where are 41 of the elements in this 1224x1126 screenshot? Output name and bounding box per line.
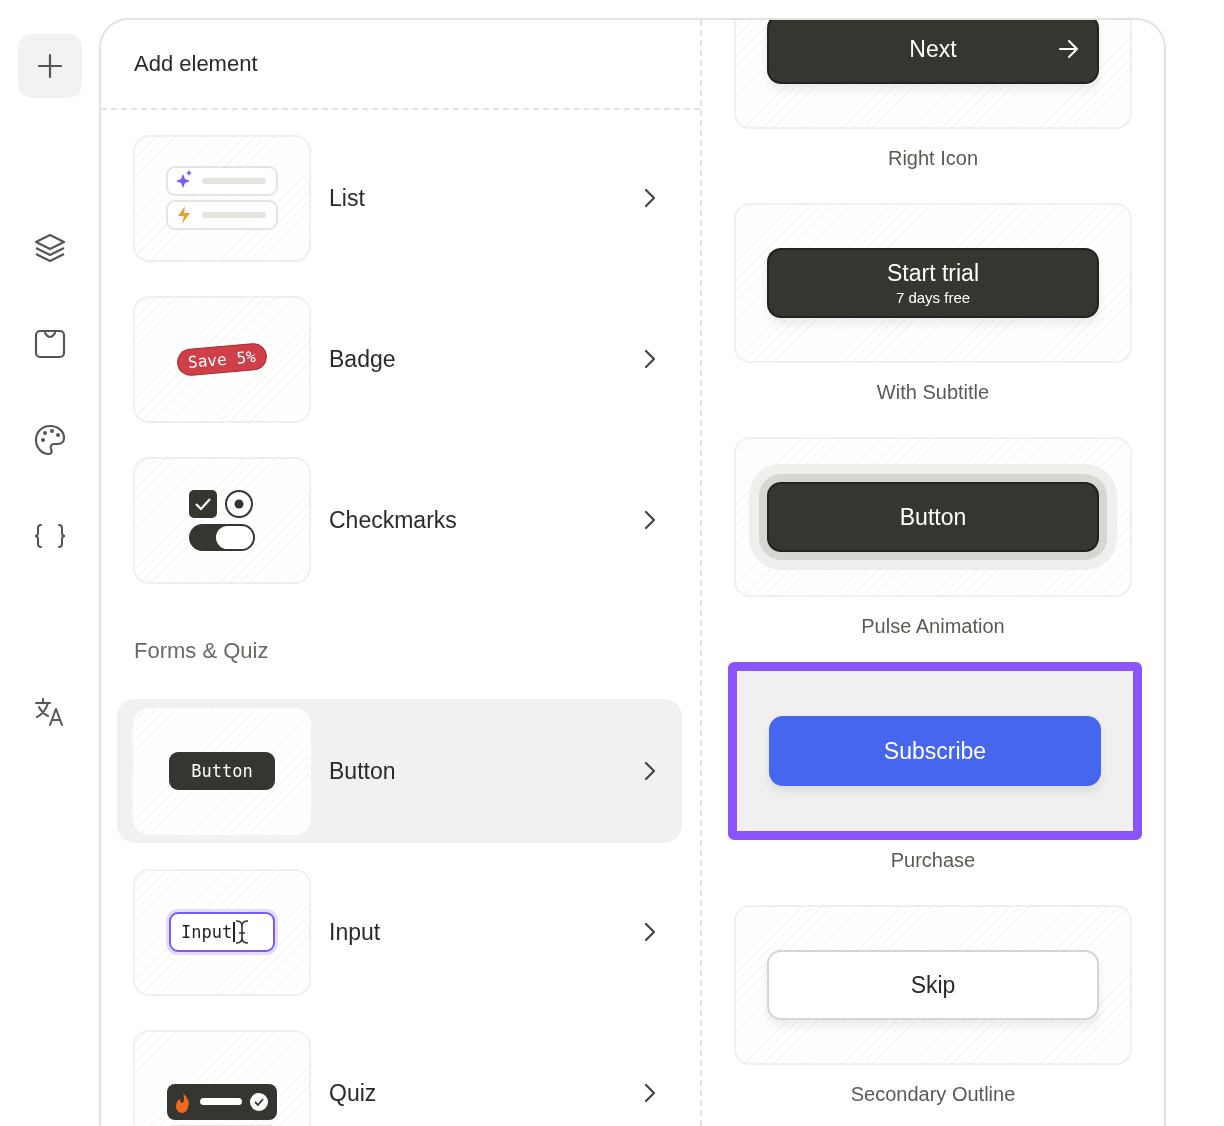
chevron-right-icon [644, 922, 656, 942]
start-trial-button[interactable]: Start trial 7 days free [767, 248, 1099, 318]
element-list-item[interactable]: Save 5% Badge [117, 287, 682, 431]
layers-icon [33, 233, 66, 263]
sample-button: Button [169, 752, 275, 790]
chevron-right-icon [644, 761, 656, 781]
braces-icon [33, 523, 66, 549]
variant-preview-card[interactable]: Next [734, 20, 1132, 129]
palette-icon [33, 424, 66, 456]
sample-input-field: Input [169, 912, 275, 952]
subscribe-button[interactable]: Subscribe [769, 716, 1101, 786]
arrow-right-icon [1059, 40, 1079, 58]
plus-icon [36, 53, 63, 79]
add-button[interactable] [17, 34, 82, 98]
variant-preview-card[interactable]: Skip [734, 905, 1132, 1065]
variant-label: Purchase [890, 848, 976, 873]
text-cursor-icon [235, 919, 250, 945]
element-list-item[interactable]: Quiz [117, 1021, 682, 1126]
variant-preview-card[interactable]: Start trial 7 days free [734, 203, 1132, 363]
variant-label: Right Icon [887, 146, 979, 171]
element-list-item[interactable]: Input Input [117, 860, 682, 1004]
section-title: Forms & Quiz [133, 637, 270, 665]
translate-icon [33, 697, 66, 727]
variant-label: With Subtitle [876, 380, 990, 405]
chevron-right-icon [644, 1083, 656, 1103]
chevron-right-icon [644, 349, 656, 369]
variant-label: Secondary Outline [850, 1082, 1016, 1107]
variant-label: Pulse Animation [861, 614, 1005, 639]
element-list-item[interactable]: Checkmarks [117, 448, 682, 592]
variant-preview-card[interactable]: Subscribe [728, 662, 1142, 840]
skip-button[interactable]: Skip [767, 950, 1099, 1020]
element-list-item[interactable]: Button Button [117, 699, 682, 843]
variant-preview-card[interactable]: Button [734, 437, 1132, 597]
bag-icon [33, 329, 66, 359]
checkbox-radio-toggle-drawing [188, 489, 256, 551]
chevron-right-icon [644, 510, 656, 530]
discount-badge: Save 5% [176, 341, 268, 377]
element-list-item[interactable]: List [117, 126, 682, 270]
panel-title: Add element [134, 51, 258, 77]
chevron-right-icon [644, 188, 656, 208]
next-button[interactable]: Next [767, 20, 1099, 84]
